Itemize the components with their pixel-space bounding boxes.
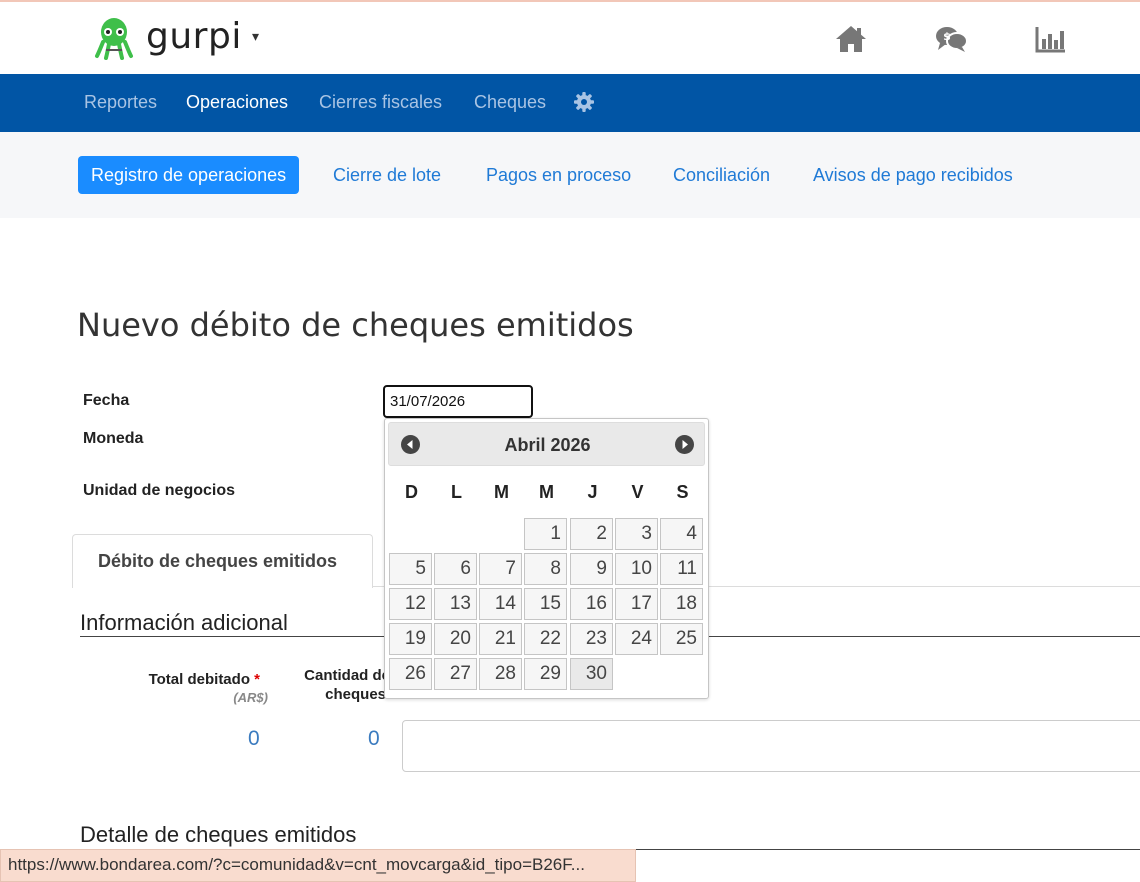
calendar-day[interactable]: 3 [615,518,658,550]
calendar-day[interactable]: 7 [479,553,522,585]
calendar-day[interactable]: 30 [570,658,613,690]
brand-name[interactable]: gurpi [146,16,242,57]
calendar-day[interactable]: 11 [660,553,703,585]
calendar-day[interactable]: 10 [615,553,658,585]
bar-chart-icon[interactable] [1034,24,1068,54]
calendar-day[interactable]: 24 [615,623,658,655]
subnav-cierre-lote[interactable]: Cierre de lote [320,156,454,194]
chat-money-icon[interactable]: $ [934,24,968,54]
calendar-day[interactable]: 26 [389,658,432,690]
weekday-header: M [539,482,554,502]
next-arrow-icon[interactable] [675,435,694,454]
tab-debito-cheques[interactable]: Débito de cheques emitidos [72,534,373,588]
datepicker-month-title: Abril 2026 [504,435,591,455]
calendar-day[interactable]: 17 [615,588,658,620]
calendar-day[interactable]: 6 [434,553,477,585]
info-adicional-title: Información adicional [80,610,288,635]
calendar-day[interactable]: 23 [570,623,613,655]
nav-operaciones[interactable]: Operaciones [186,92,288,113]
calendar-day[interactable]: 12 [389,588,432,620]
calendar-day[interactable]: 4 [660,518,703,550]
moneda-label: Moneda [83,430,144,447]
calendar-day[interactable]: 28 [479,658,522,690]
status-bar-url: https://www.bondarea.com/?c=comunidad&v=… [0,849,636,882]
weekday-header: S [676,482,689,502]
subnav-pagos-proceso[interactable]: Pagos en proceso [473,156,644,194]
subnav-conciliacion[interactable]: Conciliación [660,156,783,194]
unidad-negocios-label: Unidad de negocios [83,482,236,499]
brand-dropdown-caret-icon[interactable]: ▾ [252,28,259,45]
home-icon[interactable] [834,24,868,54]
weekday-header: V [631,482,644,502]
total-debitado-value: 0 [248,727,260,750]
calendar-day[interactable]: 1 [524,518,567,550]
weekday-header: M [494,482,509,502]
total-debitado-label: Total debitado * [120,671,260,688]
comentarios-field[interactable] [402,720,1140,772]
calendar-day[interactable]: 29 [524,658,567,690]
calendar-day[interactable]: 9 [570,553,613,585]
nav-cheques[interactable]: Cheques [474,92,546,113]
calendar-day[interactable]: 14 [479,588,522,620]
calendar-day[interactable]: 5 [389,553,432,585]
sub-navbar: Registro de operaciones Cierre de lote P… [0,132,1140,218]
calendar-day[interactable]: 13 [434,588,477,620]
cantidad-cheques-value: 0 [368,727,380,750]
gear-icon[interactable] [574,92,594,112]
app-header: gurpi ▾ $ [0,2,1140,74]
cantidad-cheques-label-2: cheques [325,686,386,703]
calendar-day[interactable]: 25 [660,623,703,655]
weekday-header: L [451,482,462,502]
calendar-day[interactable]: 2 [570,518,613,550]
calendar-day[interactable]: 16 [570,588,613,620]
calendar-day[interactable]: 19 [389,623,432,655]
detalle-cheques-title: Detalle de cheques emitidos [80,822,357,847]
calendar-day[interactable]: 22 [524,623,567,655]
weekday-header: J [587,482,598,502]
total-unit: (AR$) [233,690,268,705]
calendar-day[interactable]: 27 [434,658,477,690]
page-title: Nuevo débito de cheques emitidos [77,306,634,344]
fecha-label: Fecha [83,392,130,409]
subnav-avisos-pago[interactable]: Avisos de pago recibidos [800,156,1026,194]
calendar-day[interactable]: 18 [660,588,703,620]
calendar-day[interactable]: 20 [434,623,477,655]
svg-text:$: $ [943,30,951,43]
subnav-registro-operaciones[interactable]: Registro de operaciones [78,156,300,194]
datepicker-popup: Abril 2026 D L M M J V S 1 2 3 4 5 6 7 8 9 10 11 12 13 14 15 1… [384,418,709,699]
required-mark: * [254,671,260,688]
calendar-day[interactable]: 21 [479,623,522,655]
nav-cierres-fiscales[interactable]: Cierres fiscales [319,92,442,113]
datepicker-header: Abril 2026 [388,422,705,466]
main-navbar: Reportes Operaciones Cierres fiscales Ch… [0,74,1140,132]
nav-reportes[interactable]: Reportes [84,92,157,113]
total-debitado-text: Total debitado [148,671,250,688]
fecha-input[interactable] [383,385,533,418]
weekday-header: D [405,482,418,502]
calendar-day[interactable]: 8 [524,553,567,585]
cantidad-cheques-label-1: Cantidad de [304,667,390,684]
calendar-day[interactable]: 15 [524,588,567,620]
octopus-logo-icon[interactable] [94,16,134,60]
